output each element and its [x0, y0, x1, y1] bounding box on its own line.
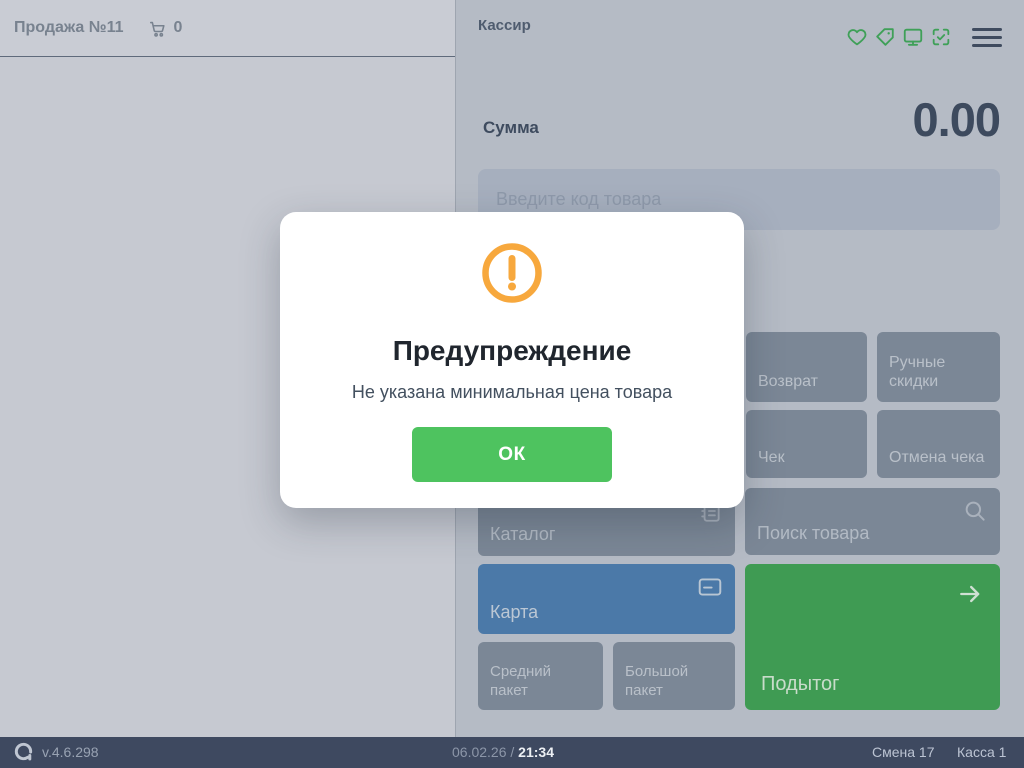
warning-exclamation-icon — [480, 241, 544, 310]
medium-bag-button[interactable]: Средний пакет — [478, 642, 603, 710]
app-logo-icon — [13, 741, 34, 767]
warning-title: Предупреждение — [392, 335, 632, 366]
catalog-button-label: Каталог — [490, 524, 556, 545]
subtotal-button[interactable]: Подытог — [745, 564, 1000, 710]
receipt-button[interactable]: Чек — [746, 410, 867, 478]
big-bag-button[interactable]: Большой пакет — [613, 642, 735, 710]
favorites-heart-icon[interactable] — [846, 26, 868, 48]
receipt-button-label: Чек — [758, 449, 785, 467]
date-time-separator: / — [510, 744, 515, 760]
card-payment-button-label: Карта — [490, 602, 539, 623]
cashier-label: Кассир — [478, 17, 531, 34]
cancel-receipt-button-label: Отмена чека — [889, 449, 985, 467]
toolbar-icons — [846, 26, 1002, 48]
subtotal-button-label: Подытог — [761, 672, 840, 695]
date-time: 06.02.26 / 21:34 — [452, 744, 554, 760]
cancel-receipt-button[interactable]: Отмена чека — [877, 410, 1000, 478]
product-search-button[interactable]: Поиск товара — [745, 488, 1000, 555]
display-monitor-icon[interactable] — [902, 26, 924, 48]
refund-button[interactable]: Возврат — [746, 332, 867, 402]
big-bag-button-label: Большой пакет — [625, 663, 689, 699]
manual-discounts-button-label: Ручные скидки — [889, 353, 946, 391]
sum-label: Сумма — [483, 118, 539, 137]
register-label: Касса 1 — [957, 744, 1007, 760]
sum-value: 0.00 — [912, 93, 1001, 146]
bank-card-icon — [697, 574, 723, 606]
warning-message: Не указана минимальная цена товара — [351, 382, 673, 402]
product-search-button-label: Поиск товара — [757, 523, 870, 544]
cart-counter: 0 — [148, 19, 183, 38]
sale-title: Продажа №11 — [14, 19, 124, 36]
search-icon — [962, 498, 988, 530]
manual-discounts-button[interactable]: Ручные скидки — [877, 332, 1000, 402]
refund-button-label: Возврат — [758, 373, 818, 391]
price-tag-icon[interactable] — [874, 26, 896, 48]
medium-bag-button-label: Средний пакет — [490, 663, 551, 699]
ok-button[interactable]: ОК — [412, 427, 612, 482]
time-value: 21:34 — [518, 744, 554, 760]
shift-label: Смена 17 — [872, 744, 935, 760]
date-value: 06.02.26 — [452, 744, 507, 760]
cart-icon — [148, 19, 167, 38]
pos-app: Продажа №11 0 Кассир Сумма 0.00 Введите … — [0, 0, 1024, 768]
card-payment-button[interactable]: Карта — [478, 564, 735, 634]
scan-check-icon[interactable] — [930, 26, 952, 48]
warning-dialog: Предупреждение Не указана минимальная це… — [280, 212, 744, 508]
sale-header: Продажа №11 0 — [0, 0, 455, 57]
app-version: v.4.6.298 — [42, 744, 99, 760]
cart-count: 0 — [173, 19, 183, 36]
menu-hamburger-icon[interactable] — [972, 27, 1002, 47]
arrow-right-icon — [956, 580, 984, 614]
